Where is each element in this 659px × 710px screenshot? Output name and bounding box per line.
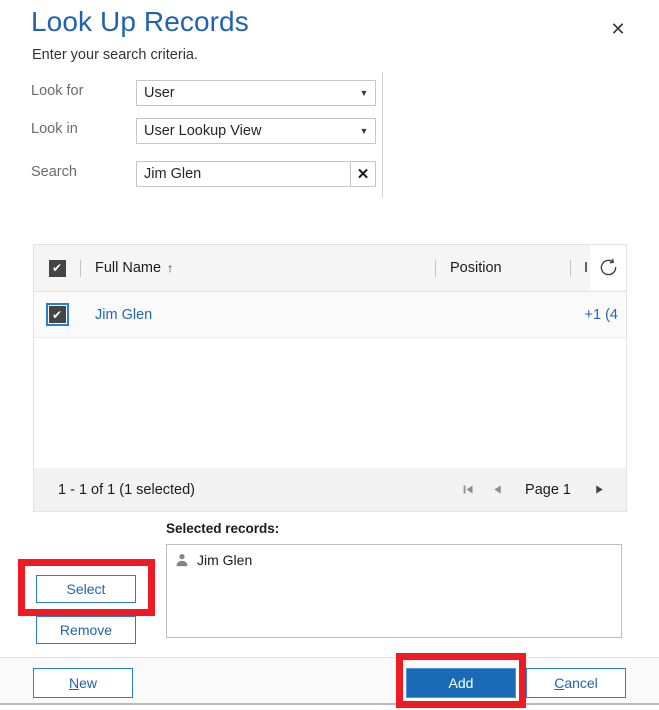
selected-records-box[interactable]: Jim Glen: [166, 544, 622, 638]
new-button[interactable]: New: [33, 668, 133, 698]
look-in-dropdown[interactable]: User Lookup View ▼: [136, 118, 376, 144]
cancel-button[interactable]: Cancel: [526, 668, 626, 698]
chevron-down-icon: ▼: [359, 88, 369, 98]
select-all-checkbox[interactable]: ✔: [48, 259, 66, 277]
cancel-button-label: ancel: [564, 675, 598, 691]
look-for-label: Look for: [31, 83, 84, 99]
next-page-icon[interactable]: [586, 477, 612, 503]
column-header-full-name[interactable]: Full Name ↑: [81, 260, 435, 276]
dialog-subtitle: Enter your search criteria.: [32, 47, 199, 63]
search-row: Search Jim Glen ✕: [31, 161, 376, 187]
select-button[interactable]: Select: [36, 575, 136, 603]
page-title: Look Up Records: [31, 6, 249, 37]
column-header-truncated-label: I: [584, 260, 589, 276]
previous-page-icon[interactable]: [484, 477, 510, 503]
pager: Page 1: [455, 477, 612, 503]
person-icon: [176, 554, 188, 567]
page-number-label: Page 1: [525, 481, 571, 498]
look-in-label: Look in: [31, 121, 78, 137]
search-value: Jim Glen: [144, 166, 202, 182]
column-header-position[interactable]: Position: [436, 260, 570, 276]
chevron-down-icon: ▼: [359, 126, 369, 136]
row-phone-value: +1 (4: [584, 306, 618, 323]
table-row[interactable]: ✔ Jim Glen +1 (4: [34, 292, 626, 338]
column-header-full-name-label: Full Name: [95, 260, 162, 276]
look-for-dropdown[interactable]: User ▼: [136, 80, 376, 106]
look-in-value: User Lookup View: [144, 123, 262, 139]
cancel-button-accel: C: [554, 675, 565, 691]
list-item[interactable]: Jim Glen: [175, 552, 621, 568]
search-input[interactable]: Jim Glen ✕: [136, 161, 376, 187]
look-in-row: Look in User Lookup View ▼: [31, 118, 376, 144]
selected-item-label: Jim Glen: [197, 552, 253, 568]
search-label: Search: [31, 164, 77, 180]
row-full-name-link[interactable]: Jim Glen: [80, 307, 434, 323]
close-icon[interactable]: ✕: [607, 18, 629, 40]
add-button[interactable]: Add: [406, 668, 516, 698]
bottom-button-bar: New Add Cancel: [0, 657, 659, 705]
row-checkbox-cell: ✔: [34, 303, 80, 326]
grid-header-row: ✔ Full Name ↑ Position I: [34, 245, 626, 292]
new-button-label: ew: [79, 675, 98, 691]
grid-body: ✔ Jim Glen +1 (4 ◀ ▶: [34, 292, 626, 489]
new-button-accel: N: [68, 675, 80, 691]
refresh-icon[interactable]: [590, 245, 626, 290]
row-checkbox[interactable]: ✔: [45, 303, 69, 326]
select-all-checkbox-cell: ✔: [34, 259, 80, 277]
look-for-value: User: [144, 85, 175, 101]
clear-x-icon[interactable]: ✕: [350, 162, 375, 186]
record-count-label: 1 - 1 of 1 (1 selected): [58, 481, 196, 498]
criteria-divider: [382, 72, 383, 198]
sort-ascending-icon: ↑: [167, 261, 174, 275]
column-header-position-label: Position: [450, 260, 502, 276]
selected-records-label: Selected records:: [166, 521, 280, 536]
grid-footer: 1 - 1 of 1 (1 selected) Page 1: [33, 468, 627, 512]
column-header-truncated[interactable]: I: [571, 260, 588, 276]
first-page-icon[interactable]: [455, 477, 481, 503]
remove-button[interactable]: Remove: [36, 616, 136, 644]
look-for-row: Look for User ▼: [31, 80, 376, 106]
